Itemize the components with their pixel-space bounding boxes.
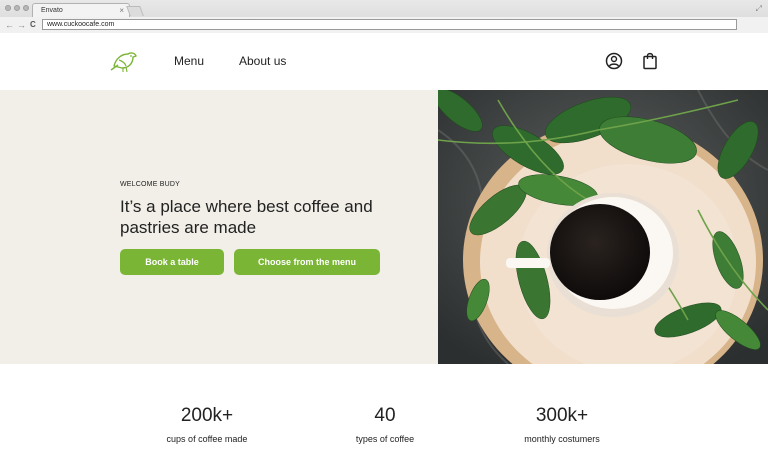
fullscreen-icon[interactable]: ⤢	[756, 4, 762, 14]
nav-menu-link[interactable]: Menu	[174, 54, 204, 68]
stat-label: types of coffee	[355, 434, 415, 444]
site-header: Menu About us	[0, 34, 768, 90]
back-icon[interactable]: ←	[5, 19, 14, 31]
reload-icon[interactable]: C	[30, 19, 36, 31]
forward-icon[interactable]: →	[17, 19, 26, 31]
new-tab-button[interactable]	[126, 6, 144, 16]
stats-section: 200k+ cups of coffee made 40 types of co…	[0, 364, 768, 469]
address-bar[interactable]: www.cuckoocafe.com	[42, 19, 737, 30]
nav-about-link[interactable]: About us	[239, 54, 286, 68]
stat-label: cups of coffee made	[166, 434, 248, 444]
hero-eyebrow: WELCOME BUDY	[120, 181, 180, 188]
coffee-cup-photo	[438, 90, 768, 364]
window-minimize-dot[interactable]	[14, 5, 20, 11]
tab-title: Envato	[41, 7, 63, 14]
hero-headline: It’s a place where best coffee and pastr…	[120, 197, 373, 237]
hero-section: WELCOME BUDY It’s a place where best cof…	[0, 90, 438, 364]
window-close-dot[interactable]	[5, 5, 11, 11]
hero-image	[438, 90, 768, 364]
choose-menu-button[interactable]: Choose from the menu	[234, 249, 380, 275]
browser-tab[interactable]: Envato ×	[32, 3, 130, 17]
window-zoom-dot[interactable]	[23, 5, 29, 11]
bird-logo-icon[interactable]	[110, 48, 138, 74]
stat-item: 300k+ monthly costumers	[472, 404, 652, 444]
stat-item: 200k+ cups of coffee made	[117, 404, 297, 444]
stat-value: 300k+	[535, 405, 589, 426]
stat-item: 40 types of coffee	[295, 404, 475, 444]
stat-label: monthly costumers	[524, 434, 600, 444]
stat-value: 200k+	[180, 405, 234, 426]
user-circle-icon[interactable]	[604, 51, 624, 71]
tab-close-icon[interactable]: ×	[119, 4, 124, 17]
browser-toolbar: ← → C www.cuckoocafe.com	[0, 17, 768, 33]
stat-value: 40	[374, 405, 396, 426]
shopping-bag-icon[interactable]	[640, 51, 660, 71]
browser-chrome: Envato × ⤢ ← → C www.cuckoocafe.com	[0, 0, 768, 33]
tab-bar: Envato × ⤢	[0, 0, 768, 17]
book-table-button[interactable]: Book a table	[120, 249, 224, 275]
